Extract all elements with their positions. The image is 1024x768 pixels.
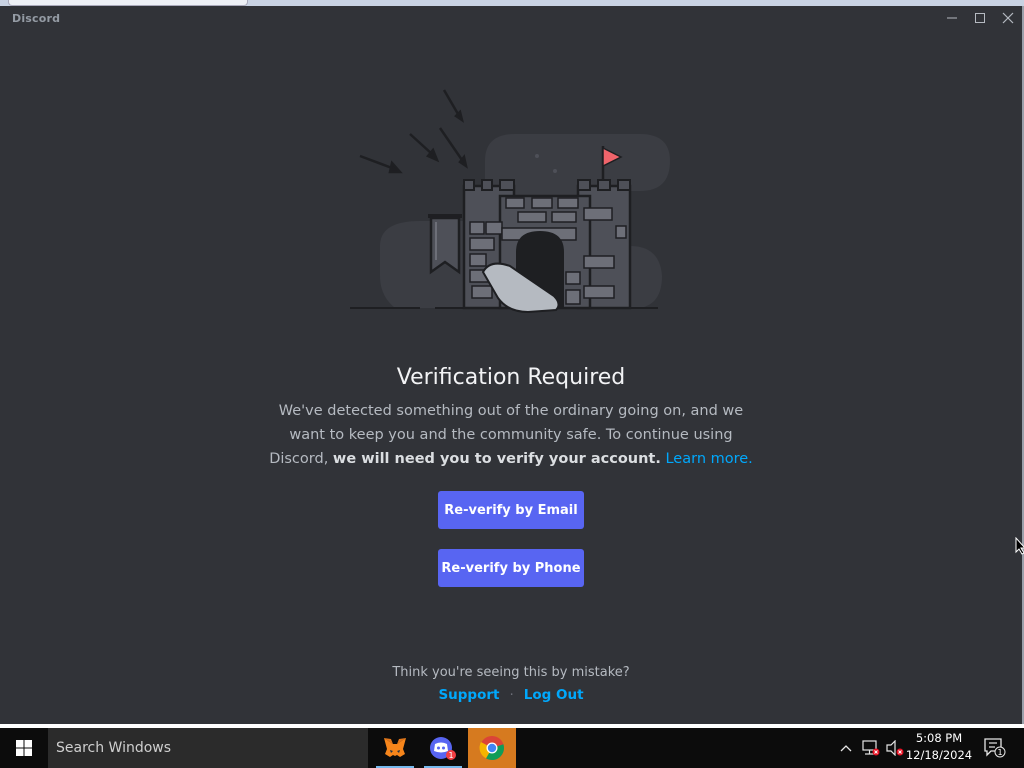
start-button[interactable] [0, 728, 48, 768]
close-button[interactable] [994, 8, 1022, 28]
logout-link[interactable]: Log Out [524, 687, 584, 703]
learn-more-link[interactable]: Learn more. [665, 451, 752, 467]
app-title: Discord [12, 12, 61, 25]
chrome-icon [479, 736, 504, 760]
castle-illustration [350, 89, 670, 314]
action-center-button[interactable]: 1 [980, 728, 1010, 768]
metamask-icon [384, 738, 406, 757]
clock-date: 12/18/2024 [905, 748, 973, 762]
page-title: Verification Required [396, 365, 626, 390]
discord-badge: 1 [448, 751, 453, 760]
taskbar-discord[interactable]: 1 [420, 728, 466, 768]
mistake-prompt: Think you're seeing this by mistake? [392, 665, 630, 680]
minimize-button[interactable] [938, 8, 966, 28]
discord-window: Discord Verification Required We've dete… [0, 6, 1022, 724]
clock-time: 5:08 PM [915, 731, 963, 745]
ray-id-text-partial [0, 718, 1022, 724]
reverify-phone-button[interactable]: Re-verify by Phone [438, 549, 584, 587]
title-bar[interactable]: Discord [0, 6, 1022, 30]
search-placeholder: Search Windows [56, 740, 172, 756]
reverify-email-button[interactable]: Re-verify by Email [438, 491, 584, 529]
tray-overflow-chevron-icon[interactable] [836, 728, 856, 768]
discord-icon: 1 [430, 737, 456, 760]
verification-description: We've detected something out of the ordi… [262, 399, 760, 471]
taskbar-chrome[interactable] [468, 728, 516, 768]
taskbar-metamask[interactable] [372, 728, 418, 768]
network-icon[interactable] [860, 728, 882, 768]
notification-icon: 1 [984, 738, 1006, 758]
taskbar-search-box[interactable]: Search Windows [48, 728, 368, 768]
link-separator: · [509, 687, 514, 703]
windows-logo-icon [16, 740, 32, 756]
footer-links: Support · Log Out [0, 687, 1022, 703]
description-bold-text: we will need you to verify your account. [332, 451, 661, 467]
maximize-button[interactable] [966, 8, 994, 28]
taskbar: Search Windows 1 5:08 PM 12/18/2024 1 [0, 728, 1024, 768]
mouse-cursor-icon [1015, 537, 1024, 555]
system-clock[interactable]: 5:08 PM 12/18/2024 [902, 730, 976, 764]
notification-count: 1 [997, 748, 1002, 757]
support-link[interactable]: Support [438, 687, 499, 703]
